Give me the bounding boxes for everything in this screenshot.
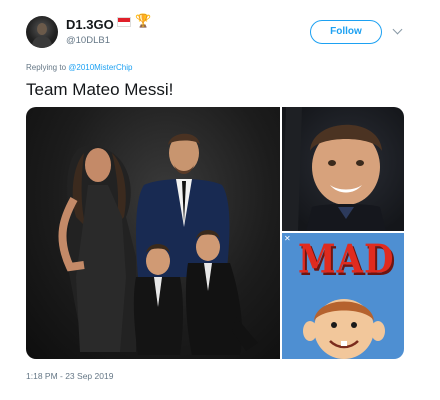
avatar-head (37, 23, 47, 35)
trophy-icon: 🏆 (135, 13, 152, 28)
user-handle[interactable]: @10DLB1 (66, 35, 110, 46)
replying-to: Replying to @2010MisterChip (26, 63, 132, 72)
mad-magazine-cover[interactable]: ✕ MAD (282, 233, 404, 359)
flag-icon (117, 17, 131, 27)
boy-closeup-illustration (282, 107, 386, 231)
chevron-down-icon[interactable] (392, 24, 403, 35)
avatar-body (32, 36, 52, 48)
tweet-timestamp[interactable]: 1:18 PM - 23 Sep 2019 (26, 371, 113, 381)
boy-closeup-photo[interactable] (282, 107, 404, 231)
tweet-text: Team Mateo Messi! (26, 80, 174, 99)
alfred-e-neuman-illustration (303, 299, 385, 359)
media-grid: ✕ MAD (26, 107, 404, 359)
avatar[interactable] (26, 16, 58, 48)
follow-button[interactable]: Follow (310, 20, 382, 44)
reply-target-link[interactable]: @2010MisterChip (68, 63, 132, 72)
family-photo-illustration (58, 133, 258, 355)
family-photo[interactable] (26, 107, 280, 359)
replying-prefix: Replying to (26, 63, 67, 72)
display-name[interactable]: D1.3GO (66, 17, 114, 32)
